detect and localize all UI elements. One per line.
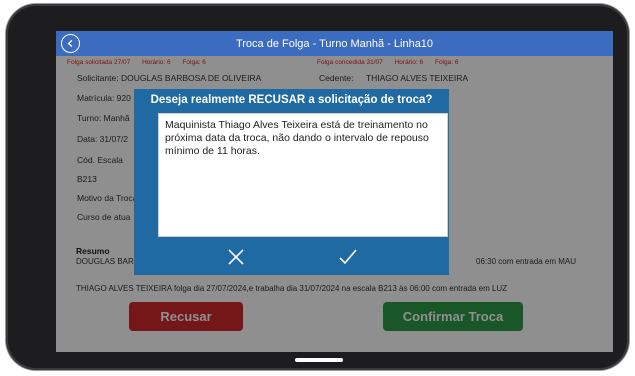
app-screen: Troca de Folga - Turno Manhã - Linha10 F… [56, 31, 613, 352]
close-x-icon [228, 249, 244, 265]
cancel-button[interactable] [226, 247, 246, 267]
tablet-frame: Troca de Folga - Turno Manhã - Linha10 F… [6, 4, 629, 370]
back-arrow-icon [67, 39, 73, 48]
rejection-reason-textarea[interactable]: Maquinista Thiago Alves Teixeira está de… [158, 113, 448, 237]
header-bar: Troca de Folga - Turno Manhã - Linha10 [56, 31, 613, 56]
reject-confirmation-dialog: Deseja realmente RECUSAR a solicitação d… [134, 89, 449, 275]
dialog-title: Deseja realmente RECUSAR a solicitação d… [150, 94, 433, 106]
checkmark-icon [339, 249, 357, 265]
confirm-reject-button[interactable] [338, 247, 358, 267]
home-indicator[interactable] [295, 358, 343, 362]
back-button[interactable] [61, 34, 80, 53]
page-title: Troca de Folga - Turno Manhã - Linha10 [235, 37, 434, 50]
